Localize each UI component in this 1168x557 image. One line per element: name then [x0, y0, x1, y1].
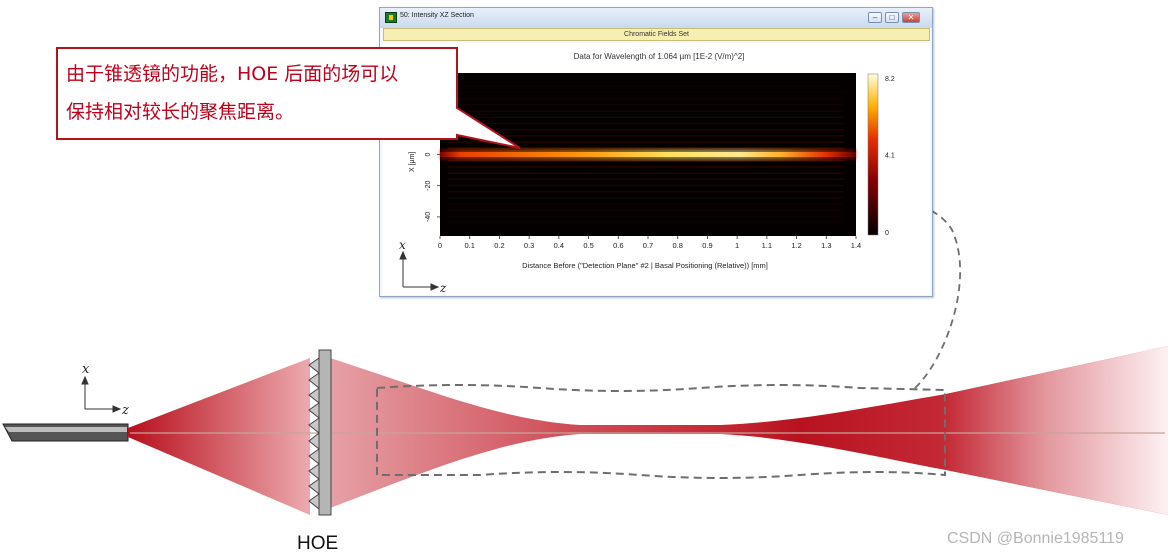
fiber [2, 423, 129, 442]
x-tick-label: 1.4 [851, 241, 861, 250]
x-axis-ticks: 0 0.1 0.2 0.3 0.4 0.5 0.6 0.7 0.8 0.9 1 1.1 1.2 1.3 1.… [438, 236, 861, 250]
x-tick-label: 0.5 [583, 241, 593, 250]
x-tick-label: 1.1 [762, 241, 772, 250]
y-tick-label: -40 [425, 212, 432, 222]
callout-text: 由于锥透镜的功能，HOE 后面的场可以 保持相对较长的聚焦距离。 [57, 48, 457, 136]
inset-axis-x-label: x [399, 238, 406, 252]
x-tick-label: 1 [735, 241, 739, 250]
scene-axis-x-label: x [82, 362, 90, 377]
inset-axis-z-label: z [439, 281, 447, 295]
x-tick-label: 0.2 [494, 241, 504, 250]
x-tick-label: 0.7 [643, 241, 653, 250]
x-tick-label: 0.9 [702, 241, 712, 250]
watermark: CSDN @Bonnie1985119 [947, 530, 1124, 547]
x-tick-label: 1.2 [791, 241, 801, 250]
x-tick-label: 0.6 [613, 241, 623, 250]
x-tick-label: 0.4 [554, 241, 564, 250]
callout-line-2: 保持相对较长的聚焦距离。 [66, 101, 295, 123]
x-tick-label: 0.3 [524, 241, 534, 250]
diverging-cone [128, 358, 310, 515]
inset-axes [399, 250, 440, 291]
x-tick-label: 1.3 [821, 241, 831, 250]
callout-line-1: 由于锥透镜的功能，HOE 后面的场可以 [66, 63, 399, 85]
scene-axis-z-label: z [121, 403, 129, 418]
x-axis-label: Distance Before ("Detection Plane" #2 | … [522, 261, 768, 270]
scene-axes [81, 375, 122, 413]
output-cone [946, 346, 1168, 515]
x-tick-label: 0.1 [464, 241, 474, 250]
x-tick-label: 0 [438, 241, 442, 250]
colorbar-tick-label: 0 [885, 230, 889, 237]
x-tick-label: 0.8 [672, 241, 682, 250]
hoe-label: HOE [297, 533, 339, 554]
